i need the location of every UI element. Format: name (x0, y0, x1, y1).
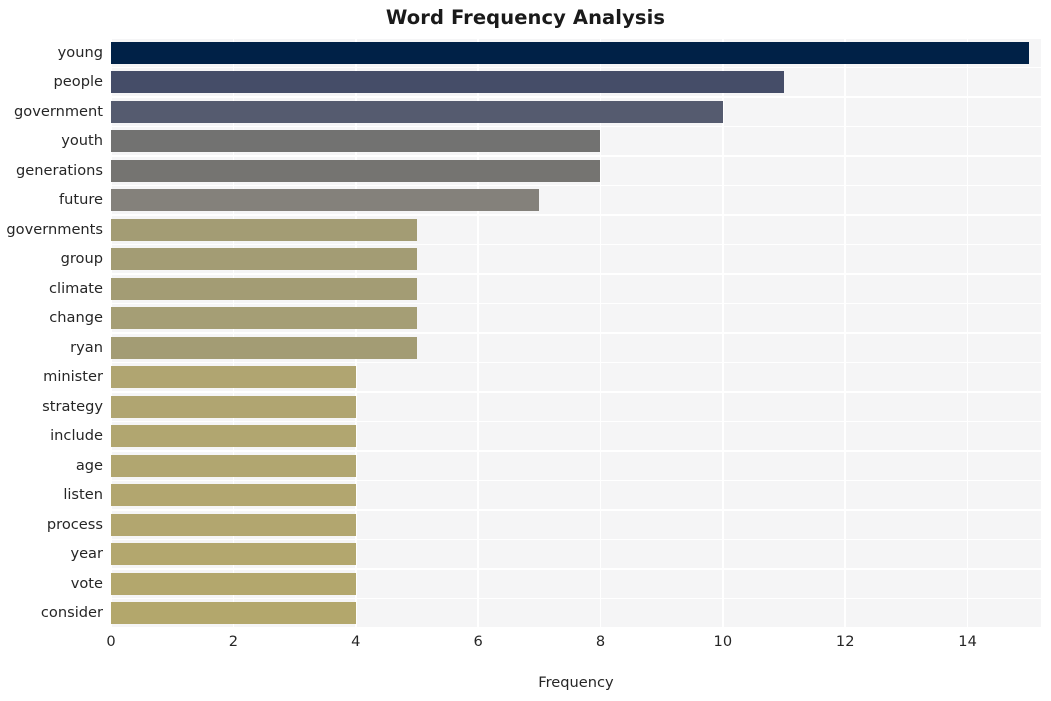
bar-governments[interactable] (111, 218, 417, 241)
y-tick-label: vote (70, 574, 103, 592)
bar-vote[interactable] (111, 572, 356, 595)
bar-row (111, 569, 1041, 599)
bar-year[interactable] (111, 543, 356, 566)
bar-minister[interactable] (111, 366, 356, 389)
x-axis-tick-labels: 0 2 4 6 8 10 12 14 (0, 633, 1051, 657)
bar-process[interactable] (111, 513, 356, 536)
x-tick-label: 6 (473, 633, 483, 650)
x-axis-label: Frequency (538, 674, 614, 691)
bar-group[interactable] (111, 248, 417, 271)
bar-listen[interactable] (111, 484, 356, 507)
bar-government[interactable] (111, 100, 723, 123)
y-tick-label: future (58, 191, 103, 209)
bar-change[interactable] (111, 307, 417, 330)
plot-area (110, 37, 1041, 629)
chart-title: Word Frequency Analysis (385, 6, 666, 29)
bar-climate[interactable] (111, 277, 417, 300)
bar-row (111, 481, 1041, 511)
x-tick-label: 8 (595, 633, 606, 650)
bar-row (111, 127, 1041, 157)
bar-row (111, 245, 1041, 275)
bar-row (111, 156, 1041, 186)
bar-row (111, 186, 1041, 216)
bar-future[interactable] (111, 189, 540, 212)
bar-row (111, 38, 1041, 68)
x-tick-label: 2 (228, 633, 239, 650)
bar-strategy[interactable] (111, 395, 356, 418)
bar-row (111, 333, 1041, 363)
bar-ryan[interactable] (111, 336, 417, 359)
x-tick-label: 12 (835, 633, 855, 650)
bar-row (111, 363, 1041, 393)
y-tick-label: process (46, 515, 103, 533)
y-tick-label: governments (6, 220, 103, 238)
y-tick-label: strategy (42, 397, 103, 415)
bar-young[interactable] (111, 41, 1029, 64)
y-tick-label: youth (61, 132, 103, 150)
bar-include[interactable] (111, 425, 356, 448)
bar-people[interactable] (111, 71, 785, 94)
bar-consider[interactable] (111, 602, 356, 625)
bar-generations[interactable] (111, 159, 601, 182)
y-tick-label: generations (16, 161, 103, 179)
chart-figure: Word Frequency Analysis young people gover… (0, 0, 1051, 701)
bar-row (111, 422, 1041, 452)
bar-row (111, 392, 1041, 422)
bar-row (111, 510, 1041, 540)
bar-row (111, 215, 1041, 245)
x-tick-label: 14 (958, 633, 977, 650)
bar-row (111, 274, 1041, 304)
bar-row (111, 304, 1041, 334)
x-tick-label: 4 (351, 633, 361, 650)
bar-row (111, 599, 1041, 629)
y-tick-label: year (70, 545, 103, 563)
bar-row (111, 68, 1041, 98)
bar-row (111, 451, 1041, 481)
y-tick-label: ryan (70, 338, 103, 356)
y-tick-label: government (14, 102, 103, 120)
y-tick-label: climate (49, 279, 103, 297)
bar-row (111, 97, 1041, 127)
y-tick-label: age (75, 456, 103, 474)
y-axis-tick-labels: young people government youth generations fut… (0, 38, 103, 628)
y-tick-label: change (49, 309, 103, 327)
y-tick-label: listen (63, 486, 103, 504)
y-tick-label: minister (43, 368, 103, 386)
y-tick-label: include (50, 427, 103, 445)
bar-youth[interactable] (111, 130, 601, 153)
y-tick-label: consider (40, 604, 103, 622)
x-tick-label: 10 (713, 633, 733, 650)
x-tick-label: 0 (106, 633, 116, 650)
y-tick-label: people (53, 73, 103, 91)
y-tick-label: group (60, 250, 103, 268)
y-tick-label: young (57, 43, 103, 61)
bar-row (111, 540, 1041, 570)
bar-age[interactable] (111, 454, 356, 477)
